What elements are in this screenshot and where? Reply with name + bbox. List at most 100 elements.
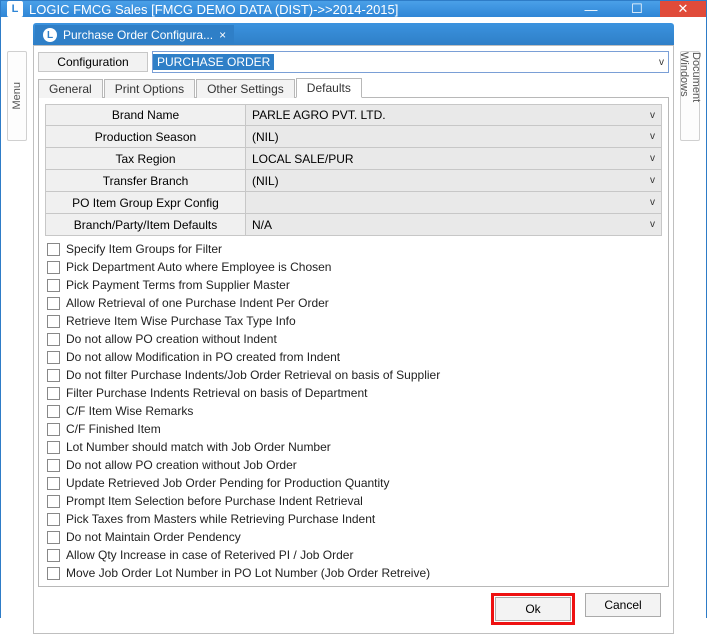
brand-name-select[interactable]: PARLE AGRO PVT. LTD. v	[245, 104, 662, 126]
checkbox-row: Do not Maintain Order Pendency	[45, 528, 662, 546]
checkbox[interactable]	[47, 423, 60, 436]
checkbox[interactable]	[47, 549, 60, 562]
chevron-down-icon: v	[650, 110, 655, 121]
checkbox[interactable]	[47, 243, 60, 256]
maximize-button[interactable]: ☐	[614, 1, 660, 17]
checkbox[interactable]	[47, 567, 60, 580]
checkbox[interactable]	[47, 315, 60, 328]
chevron-down-icon: v	[650, 131, 655, 142]
ok-highlight: Ok	[491, 593, 575, 625]
chevron-down-icon: v	[650, 219, 655, 230]
configuration-value: PURCHASE ORDER	[153, 54, 274, 70]
app-icon: L	[7, 1, 23, 17]
tab-body-defaults: Brand Name PARLE AGRO PVT. LTD. v Produc…	[38, 98, 669, 587]
titlebar[interactable]: L LOGIC FMCG Sales [FMCG DEMO DATA (DIST…	[1, 1, 706, 17]
checkbox-row: Specify Item Groups for Filter	[45, 240, 662, 258]
configuration-select[interactable]: PURCHASE ORDER v	[152, 51, 669, 73]
client-area: Menu Document Windows L Purchase Order C…	[1, 17, 706, 642]
configuration-row: Configuration PURCHASE ORDER v	[38, 50, 669, 75]
document-tab[interactable]: L Purchase Order Configura... ×	[35, 25, 234, 45]
checkbox-label: Pick Taxes from Masters while Retrieving…	[66, 512, 375, 526]
field-value: LOCAL SALE/PUR	[252, 152, 354, 166]
field-value: PARLE AGRO PVT. LTD.	[252, 108, 386, 122]
checkbox-label: Filter Purchase Indents Retrieval on bas…	[66, 386, 367, 400]
field-po-item-group-expr: PO Item Group Expr Config v	[45, 192, 662, 214]
minimize-button[interactable]: —	[568, 1, 614, 17]
checkbox-label: C/F Finished Item	[66, 422, 161, 436]
document-tab-close-icon[interactable]: ×	[219, 28, 226, 42]
transfer-branch-select[interactable]: (NIL) v	[245, 170, 662, 192]
checkbox-row: Move Job Order Lot Number in PO Lot Numb…	[45, 564, 662, 582]
checkbox[interactable]	[47, 279, 60, 292]
checkbox-row: Do not allow PO creation without Job Ord…	[45, 456, 662, 474]
checkbox-label: Update Retrieved Job Order Pending for P…	[66, 476, 390, 490]
checkbox-label: Do not filter Purchase Indents/Job Order…	[66, 368, 440, 382]
checkbox[interactable]	[47, 513, 60, 526]
document-tab-row: L Purchase Order Configura... ×	[33, 23, 674, 45]
checkbox[interactable]	[47, 261, 60, 274]
document-windows-rail[interactable]: Document Windows	[680, 51, 700, 141]
checkbox-label: Lot Number should match with Job Order N…	[66, 440, 331, 454]
tab-other-settings[interactable]: Other Settings	[196, 79, 295, 98]
checkbox-label: Retrieve Item Wise Purchase Tax Type Inf…	[66, 314, 296, 328]
checkbox-row: Prompt Item Selection before Purchase In…	[45, 492, 662, 510]
app-window: L LOGIC FMCG Sales [FMCG DEMO DATA (DIST…	[0, 0, 707, 618]
checkbox[interactable]	[47, 531, 60, 544]
field-tax-region: Tax Region LOCAL SALE/PUR v	[45, 148, 662, 170]
checkbox-row: Retrieve Item Wise Purchase Tax Type Inf…	[45, 312, 662, 330]
field-value: (NIL)	[252, 130, 279, 144]
window-title: LOGIC FMCG Sales [FMCG DEMO DATA (DIST)-…	[29, 2, 568, 17]
checkbox-row: Update Retrieved Job Order Pending for P…	[45, 474, 662, 492]
production-season-select[interactable]: (NIL) v	[245, 126, 662, 148]
tax-region-select[interactable]: LOCAL SALE/PUR v	[245, 148, 662, 170]
checkbox-row: Do not allow Modification in PO created …	[45, 348, 662, 366]
checkbox[interactable]	[47, 369, 60, 382]
field-transfer-branch: Transfer Branch (NIL) v	[45, 170, 662, 192]
checkbox-list: Specify Item Groups for FilterPick Depar…	[45, 240, 662, 582]
checkbox-label: Do not allow Modification in PO created …	[66, 350, 340, 364]
tab-defaults[interactable]: Defaults	[296, 78, 362, 98]
checkbox-label: Allow Retrieval of one Purchase Indent P…	[66, 296, 329, 310]
field-value: N/A	[252, 218, 272, 232]
checkbox[interactable]	[47, 477, 60, 490]
inner-panel: L Purchase Order Configura... × Configur…	[33, 23, 674, 634]
checkbox-label: Allow Qty Increase in case of Reterived …	[66, 548, 353, 562]
field-value: (NIL)	[252, 174, 279, 188]
tab-print-options[interactable]: Print Options	[104, 79, 195, 98]
config-panel: Configuration PURCHASE ORDER v General P…	[33, 45, 674, 634]
checkbox[interactable]	[47, 333, 60, 346]
checkbox[interactable]	[47, 405, 60, 418]
chevron-down-icon: v	[650, 175, 655, 186]
field-production-season: Production Season (NIL) v	[45, 126, 662, 148]
cancel-button[interactable]: Cancel	[585, 593, 661, 617]
checkbox-label: Prompt Item Selection before Purchase In…	[66, 494, 363, 508]
po-item-group-expr-select[interactable]: v	[245, 192, 662, 214]
close-button[interactable]: ✕	[660, 1, 706, 17]
checkbox[interactable]	[47, 441, 60, 454]
checkbox-row: Do not allow PO creation without Indent	[45, 330, 662, 348]
configuration-label: Configuration	[38, 52, 148, 72]
document-windows-rail-label: Document Windows	[678, 52, 702, 140]
checkbox[interactable]	[47, 387, 60, 400]
field-label: Transfer Branch	[45, 170, 245, 192]
tab-general[interactable]: General	[38, 79, 103, 98]
chevron-down-icon: v	[659, 57, 664, 68]
field-label: Production Season	[45, 126, 245, 148]
checkbox[interactable]	[47, 351, 60, 364]
checkbox-row: Filter Purchase Indents Retrieval on bas…	[45, 384, 662, 402]
checkbox-row: Allow Retrieval of one Purchase Indent P…	[45, 294, 662, 312]
tab-strip: General Print Options Other Settings Def…	[38, 77, 669, 98]
checkbox[interactable]	[47, 297, 60, 310]
checkbox-row: Allow Qty Increase in case of Reterived …	[45, 546, 662, 564]
window-controls: — ☐ ✕	[568, 1, 706, 17]
field-label: Branch/Party/Item Defaults	[45, 214, 245, 236]
branch-party-item-defaults-select[interactable]: N/A v	[245, 214, 662, 236]
checkbox-row: C/F Finished Item	[45, 420, 662, 438]
checkbox-row: Pick Department Auto where Employee is C…	[45, 258, 662, 276]
checkbox[interactable]	[47, 459, 60, 472]
ok-button[interactable]: Ok	[495, 597, 571, 621]
checkbox[interactable]	[47, 495, 60, 508]
defaults-form: Brand Name PARLE AGRO PVT. LTD. v Produc…	[45, 104, 662, 236]
field-brand-name: Brand Name PARLE AGRO PVT. LTD. v	[45, 104, 662, 126]
menu-rail[interactable]: Menu	[7, 51, 27, 141]
